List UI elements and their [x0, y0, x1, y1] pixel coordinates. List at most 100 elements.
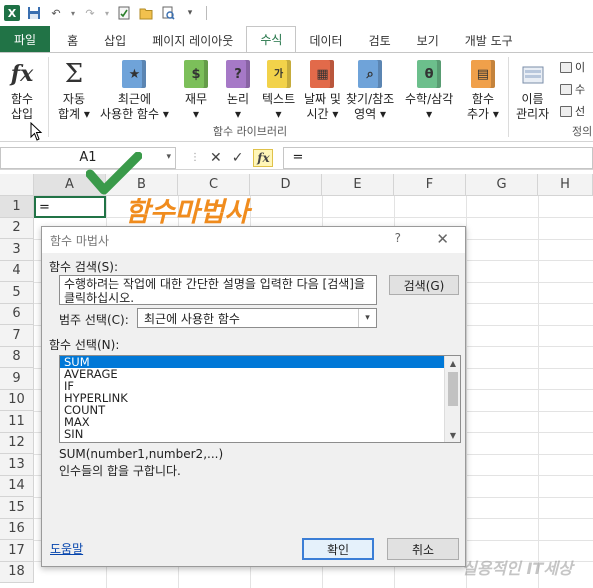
tab-developer[interactable]: 개발 도구 [452, 28, 526, 52]
recently-used-button[interactable]: ★ 최근에 사용한 함수 ▾ [100, 59, 169, 122]
help-icon[interactable]: ? [395, 231, 401, 245]
options-dots-icon: ⋮ [190, 152, 200, 163]
math-trig-button[interactable]: θ 수학/삼각 ▾ [405, 59, 453, 122]
spell-check-icon[interactable] [116, 5, 132, 21]
formula-buttons: ⋮ ✕ ✓ fx [176, 148, 279, 167]
chevron-down-icon[interactable]: ▾ [358, 309, 376, 327]
date-time-button[interactable]: ▦ 날짜 및 시간 ▾ [304, 59, 341, 122]
tab-review[interactable]: 검토 [356, 28, 404, 52]
redo-dropdown-icon[interactable]: ▾ [104, 5, 110, 21]
search-input[interactable]: 수행하려는 작업에 대한 간단한 설명을 입력한 다음 [검색]을 클릭하십시오… [59, 275, 377, 305]
undo-icon[interactable]: ↶ [48, 5, 64, 21]
list-item[interactable]: HYPERLINK [60, 392, 460, 404]
cancel-icon[interactable]: ✕ [210, 150, 222, 166]
qat-divider [206, 6, 207, 20]
close-icon[interactable]: ✕ [436, 230, 449, 248]
insert-function-button[interactable]: fx 함수 삽입 [8, 59, 36, 122]
row-header[interactable]: 11 [0, 411, 34, 433]
excel-window: X ↶ ▾ ↷ ▾ ▾ 파일 홈 삽입 페이지 레이아웃 수식 데이터 검토 보… [0, 0, 593, 588]
text-button[interactable]: 가 텍스트 ▾ [262, 59, 295, 122]
tab-page-layout[interactable]: 페이지 레이아웃 [139, 28, 246, 52]
row-header[interactable]: 4 [0, 260, 34, 282]
text-book-icon: 가 [265, 59, 293, 89]
insert-function-fx-icon[interactable]: fx [253, 148, 274, 167]
redo-icon[interactable]: ↷ [82, 5, 98, 21]
list-item[interactable]: AVERAGE [60, 368, 460, 380]
grid-line [34, 217, 593, 218]
more-functions-label-2: 추가 ▾ [467, 107, 499, 121]
tab-view[interactable]: 보기 [404, 28, 452, 52]
tab-formulas[interactable]: 수식 [246, 26, 297, 52]
row-header[interactable]: 13 [0, 454, 34, 476]
name-box-dropdown-icon[interactable]: ▾ [166, 152, 171, 162]
mouse-cursor-icon [30, 122, 43, 141]
autosum-button[interactable]: Σ 자동 합계 ▾ [58, 59, 90, 122]
row-header[interactable]: 18 [0, 561, 34, 583]
tab-data[interactable]: 데이터 [296, 28, 355, 52]
row-header[interactable]: 8 [0, 346, 34, 368]
row-header[interactable]: 15 [0, 497, 34, 519]
undo-dropdown-icon[interactable]: ▾ [70, 5, 76, 21]
row-header[interactable]: 7 [0, 325, 34, 347]
enter-check-icon[interactable]: ✓ [232, 150, 244, 166]
column-header-g[interactable]: G [466, 174, 538, 196]
row-header[interactable]: 1 [0, 196, 34, 218]
lookup-reference-button[interactable]: ⌕ 찾기/참조 영역 ▾ [346, 59, 394, 122]
listbox-scrollbar[interactable]: ▲ ▼ [444, 356, 460, 442]
create-from-selection-button[interactable]: 선 [560, 103, 585, 119]
row-header[interactable]: 2 [0, 217, 34, 239]
function-library-group-label: 함수 라이브러리 [212, 125, 288, 138]
row-header[interactable]: 14 [0, 475, 34, 497]
row-header[interactable]: 17 [0, 540, 34, 562]
row-header[interactable]: 16 [0, 518, 34, 540]
formula-input[interactable]: = [283, 146, 593, 169]
list-item[interactable]: SIN [60, 428, 460, 440]
name-manager-button[interactable]: 이름 관리자 [516, 59, 549, 122]
financial-button[interactable]: $ 재무 ▾ [182, 59, 210, 122]
category-label: 범주 선택(C): [59, 313, 129, 327]
open-folder-icon[interactable] [138, 5, 154, 21]
select-all-corner[interactable] [0, 174, 34, 196]
row-header[interactable]: 12 [0, 432, 34, 454]
row-header[interactable]: 3 [0, 239, 34, 261]
scroll-thumb[interactable] [448, 372, 458, 406]
scroll-up-icon[interactable]: ▲ [445, 356, 460, 370]
row-header[interactable]: 9 [0, 368, 34, 390]
financial-book-icon: $ [182, 59, 210, 89]
row-header[interactable]: 5 [0, 282, 34, 304]
name-manager-label-2: 관리자 [516, 107, 550, 121]
scroll-down-icon[interactable]: ▼ [445, 428, 460, 442]
row-header[interactable]: 6 [0, 303, 34, 325]
save-icon[interactable] [26, 5, 42, 21]
ok-button[interactable]: 확인 [302, 538, 374, 560]
list-item[interactable]: SUM [60, 356, 460, 368]
define-name-button[interactable]: 이 [560, 59, 585, 75]
tab-file[interactable]: 파일 [0, 26, 51, 52]
function-listbox[interactable]: SUM AVERAGE IF HYPERLINK COUNT MAX SIN ▲… [59, 355, 461, 443]
quick-access-toolbar: X ↶ ▾ ↷ ▾ ▾ [0, 0, 593, 26]
column-header-h[interactable]: H [538, 174, 593, 196]
column-header-e[interactable]: E [322, 174, 394, 196]
search-button[interactable]: 검색(G) [389, 275, 459, 295]
column-header-f[interactable]: F [394, 174, 466, 196]
row-header[interactable]: 10 [0, 389, 34, 411]
category-value: 최근에 사용한 함수 [144, 311, 240, 326]
use-in-formula-button[interactable]: 수 [560, 81, 585, 97]
recently-used-label-2: 사용한 함수 ▾ [100, 107, 169, 121]
cell-a1[interactable]: = [34, 196, 106, 218]
customize-qat-icon[interactable]: ▾ [182, 5, 198, 21]
help-link[interactable]: 도움말 [50, 540, 83, 557]
list-item[interactable]: COUNT [60, 404, 460, 416]
print-preview-icon[interactable] [160, 5, 176, 21]
more-functions-button[interactable]: ▤ 함수 추가 ▾ [467, 59, 499, 122]
tab-insert[interactable]: 삽입 [91, 28, 139, 52]
tab-home[interactable]: 홈 [54, 28, 91, 52]
use-in-formula-icon [560, 83, 572, 95]
column-header-d[interactable]: D [250, 174, 322, 196]
create-from-selection-icon [560, 105, 572, 117]
category-select[interactable]: 최근에 사용한 함수 ▾ [137, 308, 377, 328]
cancel-button[interactable]: 취소 [387, 538, 459, 560]
function-icon: fx [10, 60, 34, 87]
logical-button[interactable]: ? 논리 ▾ [224, 59, 252, 122]
list-item[interactable]: MAX [60, 416, 460, 428]
